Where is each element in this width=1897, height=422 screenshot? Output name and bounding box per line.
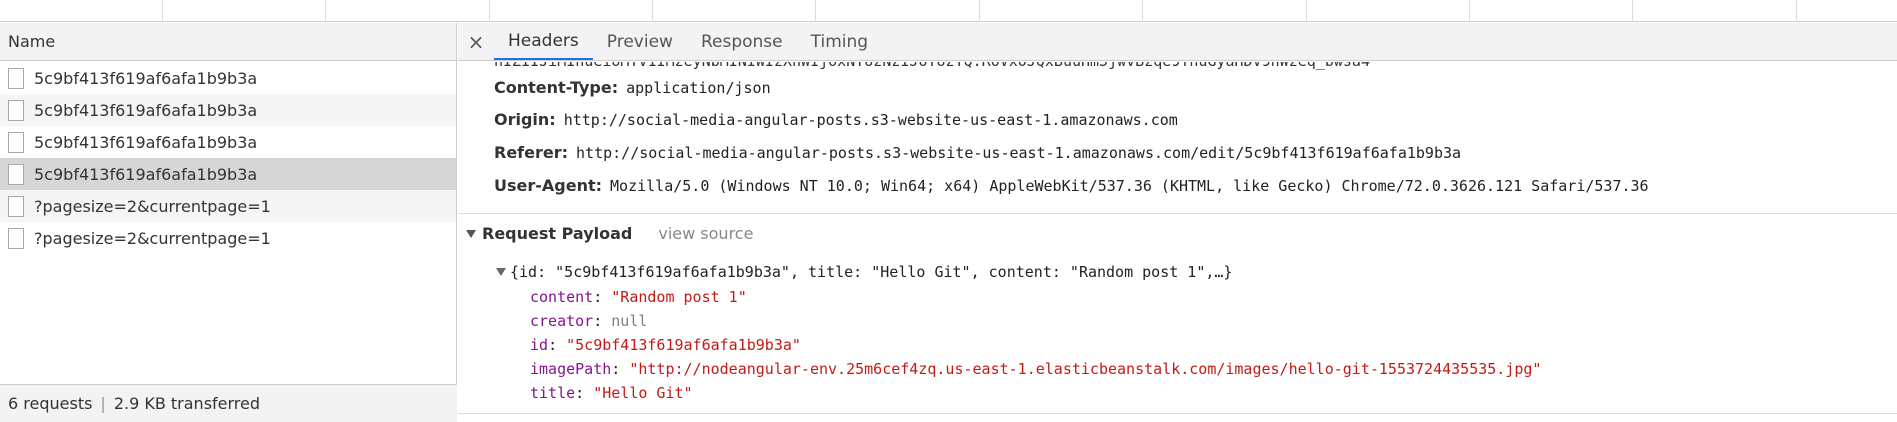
header-row-user-agent: User-Agent: Mozilla/5.0 (Windows NT 10.0… bbox=[494, 176, 1649, 195]
property-key: imagePath bbox=[530, 360, 612, 378]
document-icon bbox=[8, 227, 24, 249]
timeline-tick bbox=[162, 0, 163, 22]
payload-property-id: id: "5c9bf413f619af6afa1b9b3a" bbox=[530, 336, 801, 354]
property-value: null bbox=[611, 312, 648, 330]
timeline-tick bbox=[1632, 0, 1633, 22]
request-name: ?pagesize=2&currentpage=1 bbox=[34, 196, 271, 216]
request-row-selected[interactable]: 5c9bf413f619af6afa1b9b3a bbox=[0, 158, 456, 190]
header-key: User-Agent: bbox=[494, 176, 603, 195]
property-key: content bbox=[530, 288, 594, 306]
name-column-header[interactable]: Name bbox=[0, 23, 456, 61]
cut-off-header-value: nIZIIJiMInueioMTV1IMzeyNbMINIWIzXnWIjoxN… bbox=[494, 62, 1370, 70]
request-count: 6 requests bbox=[8, 394, 93, 413]
headers-content: nIZIIJiMInueioMTV1IMzeyNbMINIWIzXnWIjoxN… bbox=[458, 62, 1897, 422]
request-name: 5c9bf413f619af6afa1b9b3a bbox=[34, 100, 258, 120]
section-divider bbox=[458, 213, 1897, 214]
request-payload-title: Request Payload bbox=[482, 224, 633, 243]
request-details-panel: × Headers Preview Response Timing nIZIIJ… bbox=[458, 23, 1897, 422]
timeline-tick bbox=[325, 0, 326, 22]
property-value: "Hello Git" bbox=[593, 384, 693, 402]
request-row[interactable]: ?pagesize=2&currentpage=1 bbox=[0, 190, 456, 222]
triangle-down-icon[interactable] bbox=[466, 229, 476, 238]
payload-property-content: content: "Random post 1" bbox=[530, 288, 747, 306]
header-row-referer: Referer: http://social-media-angular-pos… bbox=[494, 143, 1461, 162]
payload-property-creator: creator: null bbox=[530, 312, 648, 330]
timeline-tick bbox=[489, 0, 490, 22]
timeline-tick bbox=[1142, 0, 1143, 22]
transferred-size: 2.9 KB transferred bbox=[113, 394, 261, 413]
request-name: 5c9bf413f619af6afa1b9b3a bbox=[34, 132, 258, 152]
timeline-tick bbox=[652, 0, 653, 22]
payload-object-summary[interactable]: {id: "5c9bf413f619af6afa1b9b3a", title: … bbox=[496, 263, 1232, 281]
request-list-panel: Name 5c9bf413f619af6afa1b9b3a 5c9bf413f6… bbox=[0, 23, 457, 422]
tab-headers[interactable]: Headers bbox=[494, 23, 593, 60]
header-value: Mozilla/5.0 (Windows NT 10.0; Win64; x64… bbox=[610, 177, 1649, 195]
request-row[interactable]: 5c9bf413f619af6afa1b9b3a bbox=[0, 62, 456, 94]
header-key: Content-Type: bbox=[494, 78, 619, 97]
tab-response[interactable]: Response bbox=[687, 23, 797, 60]
tab-timing[interactable]: Timing bbox=[797, 23, 882, 60]
status-bar: 6 requests | 2.9 KB transferred bbox=[0, 384, 457, 422]
timeline-tick bbox=[1306, 0, 1307, 22]
details-tab-bar: × Headers Preview Response Timing bbox=[458, 23, 1897, 61]
document-icon bbox=[8, 163, 24, 185]
timeline-tick bbox=[1796, 0, 1797, 22]
document-icon bbox=[8, 131, 24, 153]
payload-summary-text: {id: "5c9bf413f619af6afa1b9b3a", title: … bbox=[510, 263, 1233, 281]
triangle-down-icon[interactable] bbox=[496, 268, 506, 276]
request-row[interactable]: 5c9bf413f619af6afa1b9b3a bbox=[0, 126, 456, 158]
request-payload-section-header[interactable]: Request Payload view source bbox=[466, 224, 753, 243]
request-row[interactable]: ?pagesize=2&currentpage=1 bbox=[0, 222, 456, 254]
request-row[interactable]: 5c9bf413f619af6afa1b9b3a bbox=[0, 94, 456, 126]
timeline-tick bbox=[1469, 0, 1470, 22]
header-row-content-type: Content-Type: application/json bbox=[494, 78, 771, 97]
header-row-origin: Origin: http://social-media-angular-post… bbox=[494, 110, 1178, 129]
header-value: application/json bbox=[626, 79, 771, 97]
header-key: Origin: bbox=[494, 110, 556, 129]
property-value: "Random post 1" bbox=[611, 288, 747, 306]
document-icon bbox=[8, 195, 24, 217]
payload-property-title: title: "Hello Git" bbox=[530, 384, 693, 402]
property-value: "5c9bf413f619af6afa1b9b3a" bbox=[566, 336, 801, 354]
payload-property-imagepath: imagePath: "http://nodeangular-env.25m6c… bbox=[530, 360, 1542, 378]
network-timeline-strip bbox=[0, 0, 1897, 22]
request-name: 5c9bf413f619af6afa1b9b3a bbox=[34, 164, 258, 184]
property-value: "http://nodeangular-env.25m6cef4zq.us-ea… bbox=[629, 360, 1542, 378]
section-divider bbox=[458, 413, 1897, 414]
property-key: creator bbox=[530, 312, 594, 330]
request-name: ?pagesize=2&currentpage=1 bbox=[34, 228, 271, 248]
timeline-tick bbox=[815, 0, 816, 22]
document-icon bbox=[8, 67, 24, 89]
property-key: id bbox=[530, 336, 549, 354]
header-value: http://social-media-angular-posts.s3-web… bbox=[576, 144, 1462, 162]
tab-preview[interactable]: Preview bbox=[593, 23, 687, 60]
status-separator: | bbox=[100, 394, 106, 413]
close-icon[interactable]: × bbox=[458, 23, 494, 60]
property-key: title bbox=[530, 384, 576, 402]
timeline-tick bbox=[979, 0, 980, 22]
document-icon bbox=[8, 99, 24, 121]
view-source-link[interactable]: view source bbox=[658, 224, 753, 243]
header-key: Referer: bbox=[494, 143, 569, 162]
request-list: 5c9bf413f619af6afa1b9b3a 5c9bf413f619af6… bbox=[0, 62, 456, 254]
header-value: http://social-media-angular-posts.s3-web… bbox=[563, 111, 1178, 129]
request-name: 5c9bf413f619af6afa1b9b3a bbox=[34, 68, 258, 88]
